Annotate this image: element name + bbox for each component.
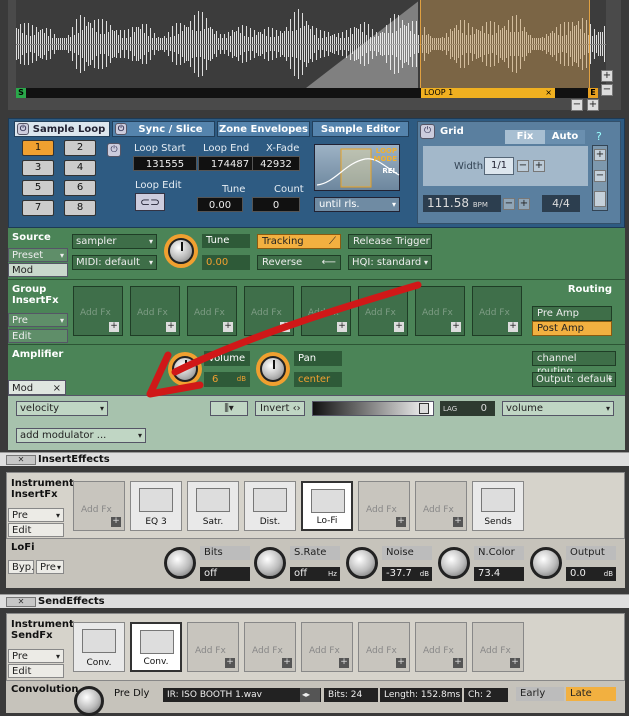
annotation-arrow-icon xyxy=(146,281,422,398)
